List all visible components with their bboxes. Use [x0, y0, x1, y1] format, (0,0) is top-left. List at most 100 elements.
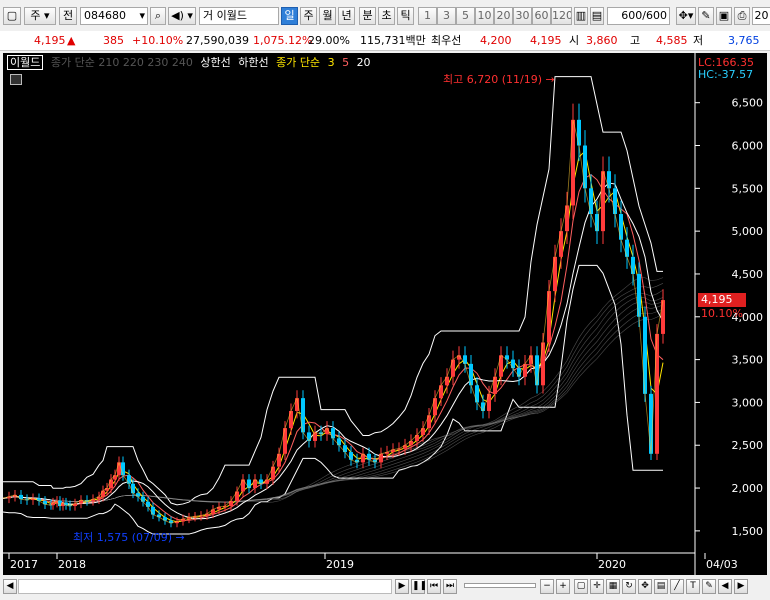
chart-settings-icon[interactable]: ▤ [590, 7, 604, 25]
legend-ma-main[interactable]: 종가 단순 210 220 230 240 [51, 56, 193, 69]
period-day-button[interactable]: 일 [281, 7, 298, 25]
legend-ma-5[interactable]: 5 [342, 56, 349, 69]
period-year-button[interactable]: 년 [338, 7, 355, 25]
refresh-icon[interactable]: ↻ [622, 579, 636, 594]
interval-20-button[interactable]: 20 [494, 7, 513, 25]
legend-item-name[interactable]: 이월드 [7, 55, 44, 70]
crosshair-icon[interactable]: ✛ [590, 579, 604, 594]
current-price-box-pct: 10.10% [701, 307, 743, 320]
candle-up [565, 205, 569, 232]
period-week-button[interactable]: 주 [300, 7, 317, 25]
zoom-slider[interactable] [464, 583, 536, 588]
text-tool-icon[interactable]: T [686, 579, 700, 594]
scroll-track[interactable] [18, 579, 392, 594]
low-label: 저 [693, 34, 704, 47]
scroll-next-page-button[interactable]: ▶ [734, 579, 748, 594]
last-button[interactable]: ⏭ [443, 579, 457, 594]
candle-down [247, 479, 251, 489]
interval-1-button[interactable]: 1 [418, 7, 437, 25]
legend-lower-limit[interactable]: 하한선 [238, 56, 268, 69]
first-button[interactable]: ⏮ [427, 579, 441, 594]
high-annotation-text: 최고 6,720 (11/19) [443, 73, 543, 86]
legend-ma-3[interactable]: 3 [328, 56, 335, 69]
line-tool-icon[interactable]: ╱ [670, 579, 684, 594]
period-month-button[interactable]: 월 [319, 7, 336, 25]
long-ma-line [3, 304, 664, 503]
candle-down [151, 506, 155, 515]
scroll-prev-page-button[interactable]: ◀ [718, 579, 732, 594]
candle-down [301, 398, 305, 433]
interval-3-button[interactable]: 3 [437, 7, 456, 25]
edit-icon[interactable]: ✎ [698, 7, 714, 25]
market-select[interactable]: 주 ▾ [24, 7, 56, 25]
price-chart[interactable]: 1,500 2,000 2,500 3,000 3,500 4,000 4,500 5,000… [3, 53, 767, 575]
pause-button[interactable]: ❚❚ [411, 579, 427, 594]
period-minute-button[interactable]: 분 [359, 7, 376, 25]
legend-ma-20[interactable]: 20 [357, 56, 371, 69]
candle-up [487, 393, 491, 411]
legend-ma-short[interactable]: 종가 단순 [276, 56, 320, 69]
high-label: 고 [630, 34, 641, 47]
candle-up [379, 453, 383, 463]
interval-120-button[interactable]: 120 [551, 7, 572, 25]
turnover-rate: 29.00% [308, 34, 350, 47]
zoom-in-button[interactable]: + [556, 579, 570, 594]
interval-5-button[interactable]: 5 [456, 7, 475, 25]
y-tick-label: 5,000 [732, 225, 764, 238]
grid-toggle-icon[interactable] [10, 74, 22, 85]
prev-button[interactable]: 전 [59, 7, 77, 25]
candle-up [601, 171, 605, 232]
stock-name-field[interactable]: 거 이월드 [199, 7, 279, 25]
x-tick-label: 04/03 [706, 558, 738, 571]
candle-down [637, 273, 641, 317]
chevron-down-icon[interactable]: ▾ [139, 8, 145, 24]
compare-icon[interactable]: ▢ [574, 579, 588, 594]
open-price: 3,860 [586, 34, 618, 47]
interval-60-button[interactable]: 60 [532, 7, 551, 25]
open-label: 시 [569, 34, 580, 47]
grid-icon[interactable]: ▦ [606, 579, 620, 594]
window-menu-icon[interactable]: ▢ [3, 7, 21, 25]
candle-up [445, 376, 449, 386]
volume: 27,590,039 [186, 34, 249, 47]
x-tick-label: 2017 [10, 558, 38, 571]
candle-up [451, 359, 455, 377]
edge-field[interactable]: 20 [752, 7, 770, 25]
zoom-out-button[interactable]: − [540, 579, 554, 594]
draw-tool-icon[interactable]: ✎ [702, 579, 716, 594]
candle-up [547, 291, 551, 343]
pan-icon[interactable]: ✥ [638, 579, 652, 594]
close-price-line [3, 119, 664, 524]
y-tick-label: 6,500 [732, 97, 764, 110]
legend-upper-limit[interactable]: 상한선 [200, 56, 230, 69]
close-price-path [3, 119, 664, 524]
stock-code-input[interactable]: 084680 ▾ [80, 7, 148, 25]
candle-down [475, 385, 479, 403]
data-count-total: /600 [642, 9, 667, 22]
candle-up [109, 479, 113, 489]
candle-down [307, 432, 311, 441]
chart-type-icon[interactable]: ▤ [654, 579, 668, 594]
print-icon[interactable]: ⎙ [734, 7, 750, 25]
data-count-input[interactable]: 600/600 [607, 7, 670, 25]
scroll-right-button[interactable]: ▶ [395, 579, 409, 594]
period-tick-button[interactable]: 틱 [397, 7, 414, 25]
save-icon[interactable]: ▣ [716, 7, 732, 25]
ma-20-line [3, 182, 664, 520]
period-second-button[interactable]: 초 [378, 7, 395, 25]
name-prefix: 거 [203, 9, 214, 22]
y-tick-label: 6,000 [732, 140, 764, 153]
search-icon[interactable]: ⌕ [150, 7, 166, 25]
candle-up [493, 376, 497, 394]
candle-up [277, 453, 281, 467]
tools-icon[interactable]: ✥▾ [676, 7, 696, 25]
candle-up [499, 355, 503, 377]
candle-down [607, 171, 611, 189]
interval-menu-icon[interactable]: ▥ [574, 7, 588, 25]
scroll-left-button[interactable]: ◀ [3, 579, 17, 594]
interval-30-button[interactable]: 30 [513, 7, 532, 25]
candle-up [661, 300, 665, 334]
speaker-icon[interactable]: ◀) ▾ [168, 7, 196, 25]
interval-10-button[interactable]: 10 [475, 7, 494, 25]
stock-code-value: 084680 [84, 9, 126, 22]
